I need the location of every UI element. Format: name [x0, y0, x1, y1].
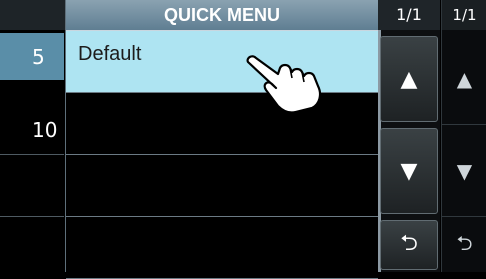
- scroll-up-button[interactable]: ▲: [380, 36, 438, 122]
- back-button[interactable]: ⮌: [380, 220, 438, 270]
- scroll-column: 1/1 ▲ ▼ ⮌: [378, 0, 440, 272]
- up-arrow-icon: ▲: [456, 67, 473, 91]
- list-item-default[interactable]: Default: [66, 31, 378, 93]
- down-arrow-icon: ▼: [456, 159, 473, 183]
- down-arrow-icon: ▼: [400, 158, 418, 184]
- list-item-label: Default: [78, 43, 142, 65]
- back-button[interactable]: ⮌: [442, 222, 486, 270]
- list-item[interactable]: [66, 217, 378, 279]
- title-bar: QUICK MENU: [66, 0, 378, 31]
- scroll-up-button[interactable]: ▲: [442, 36, 486, 122]
- menu-list: Default: [66, 31, 378, 279]
- page-indicator: 1/1: [442, 0, 486, 30]
- left-number-5[interactable]: 5: [0, 33, 64, 80]
- page-indicator: 1/1: [378, 0, 440, 30]
- back-icon: ⮌: [400, 231, 418, 256]
- scroll-down-button[interactable]: ▼: [380, 128, 438, 214]
- divider: [0, 216, 64, 217]
- right-partial-column: 1/1 ▲ ▼ ⮌: [441, 0, 486, 272]
- list-item[interactable]: [66, 93, 378, 155]
- quick-menu-panel: QUICK MENU Default: [66, 0, 378, 279]
- list-item[interactable]: [66, 155, 378, 217]
- divider: [0, 154, 64, 155]
- left-number-label: 10: [32, 117, 58, 142]
- left-column-header: [0, 0, 65, 30]
- divider: [442, 216, 486, 217]
- left-number-column: 5 10: [0, 0, 66, 272]
- scroll-down-button[interactable]: ▼: [442, 128, 486, 214]
- up-arrow-icon: ▲: [400, 66, 418, 92]
- left-number-label: 5: [32, 44, 45, 69]
- pointing-hand-icon: [246, 55, 322, 114]
- divider: [442, 124, 486, 125]
- left-number-10[interactable]: 10: [0, 106, 64, 153]
- page-title: QUICK MENU: [164, 5, 280, 25]
- back-icon: ⮌: [456, 231, 473, 255]
